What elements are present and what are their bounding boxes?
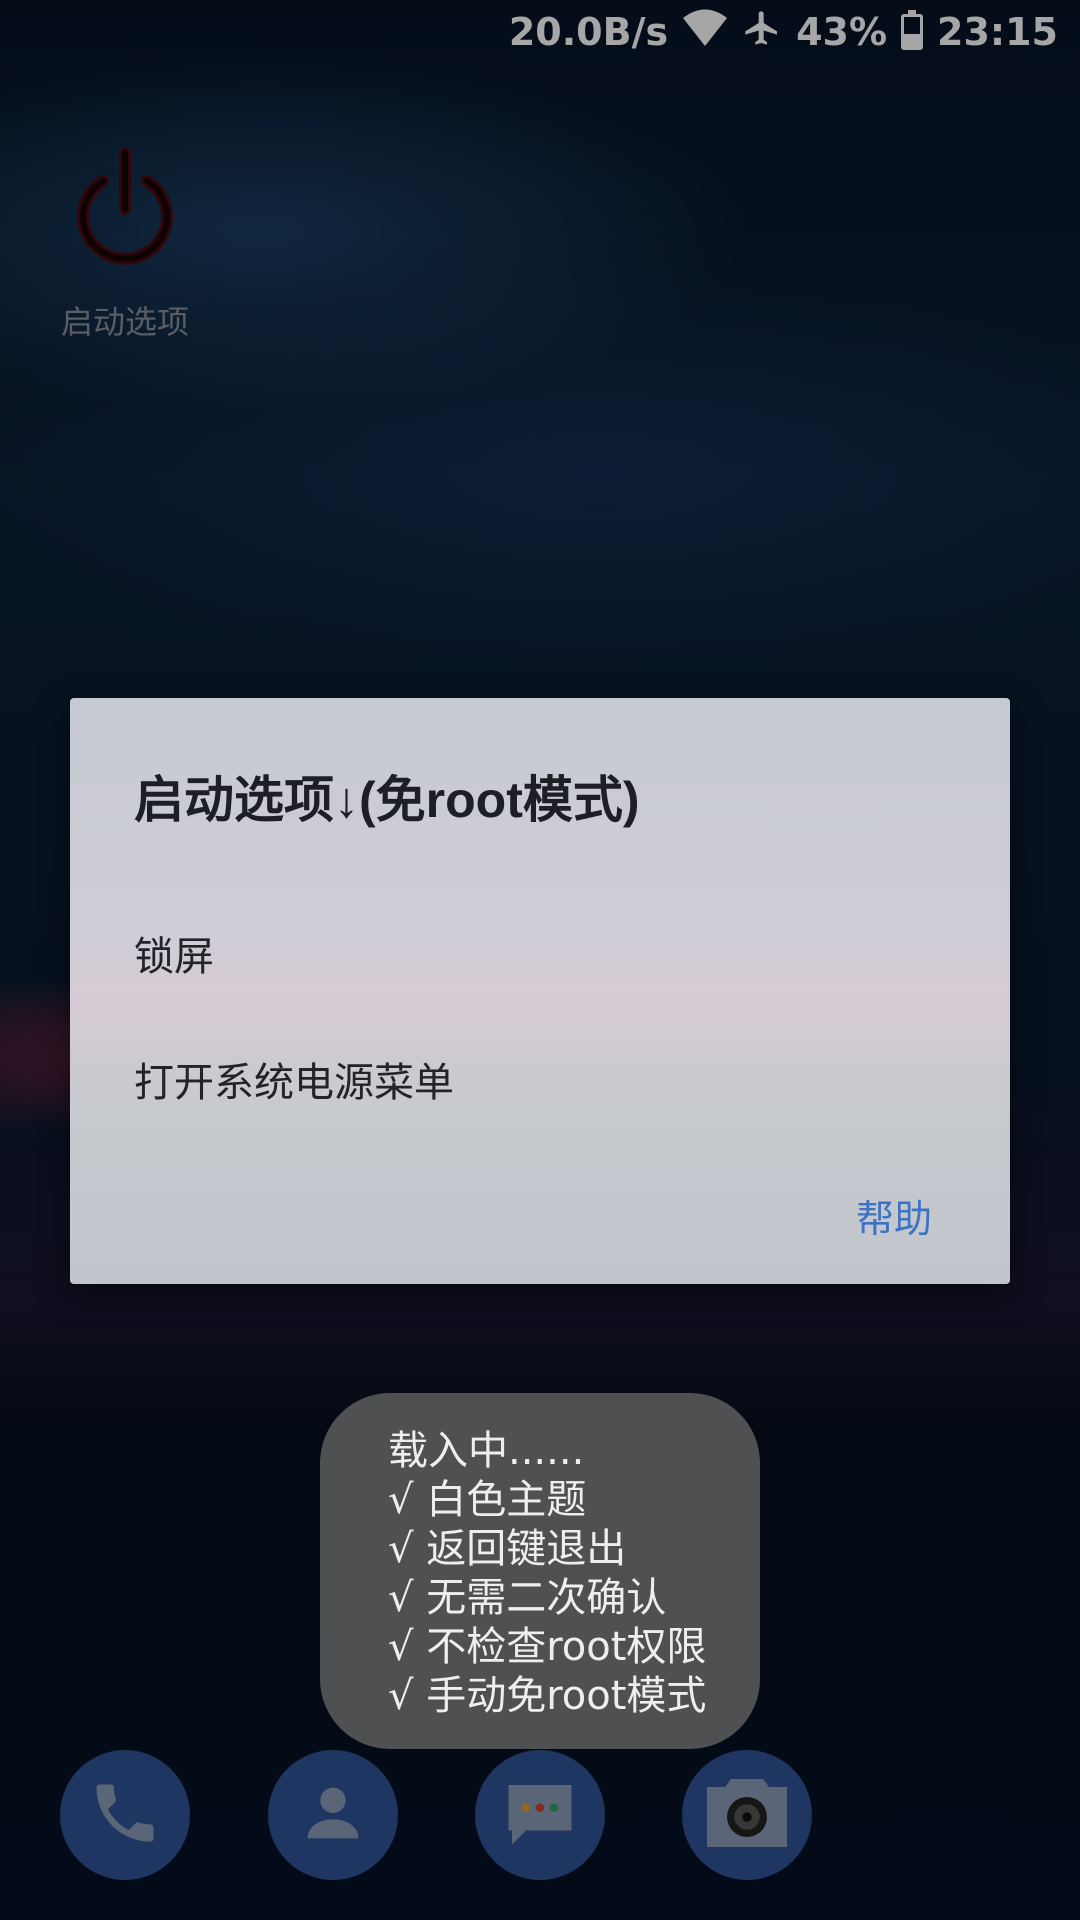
toast-line: √ 不检查root权限 xyxy=(388,1624,707,1670)
toast-line: √ 手动免root模式 xyxy=(388,1673,707,1719)
dialog-item-lock-screen[interactable]: 锁屏 xyxy=(134,924,214,982)
loading-toast: 载入中...... √ 白色主题 √ 返回键退出 √ 无需二次确认 √ 不检查r… xyxy=(320,1393,760,1749)
toast-line: 载入中...... xyxy=(388,1428,585,1474)
toast-line: √ 白色主题 xyxy=(388,1477,587,1523)
help-button[interactable]: 帮助 xyxy=(856,1188,932,1243)
toast-line: √ 返回键退出 xyxy=(388,1526,627,1572)
dialog-title: 启动选项↓(免root模式) xyxy=(134,772,640,828)
home-screen: 20.0B/s 43% 23:15 启动选项 启动选项↓(免root模式) 锁屏… xyxy=(0,0,1080,1920)
dialog-item-power-menu[interactable]: 打开系统电源菜单 xyxy=(134,1050,454,1108)
toast-line: √ 无需二次确认 xyxy=(388,1575,667,1621)
startup-options-dialog: 启动选项↓(免root模式) 锁屏 打开系统电源菜单 帮助 xyxy=(70,698,1010,1284)
